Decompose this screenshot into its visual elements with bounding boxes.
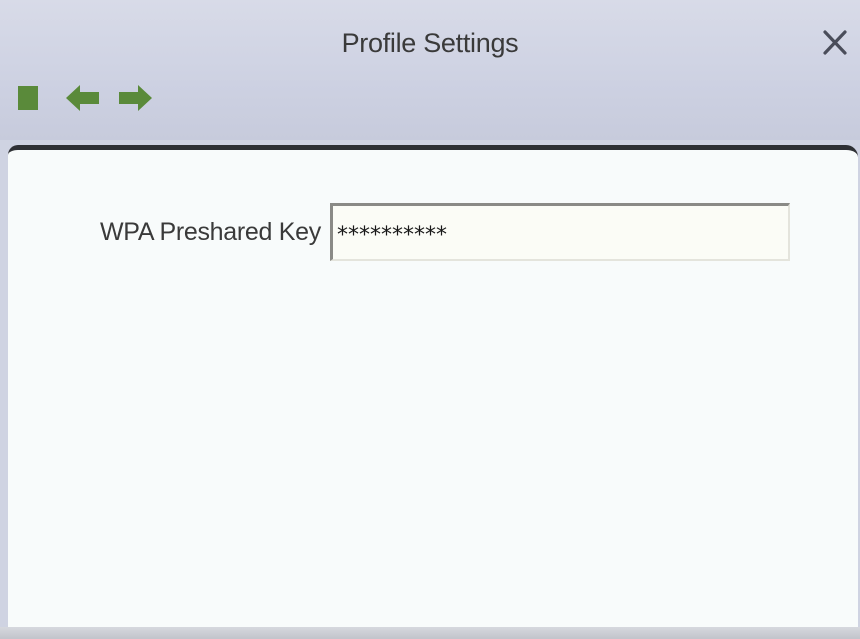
forward-arrow-icon <box>119 85 152 111</box>
toolbar <box>15 80 169 116</box>
bottom-border <box>0 627 860 639</box>
back-button[interactable] <box>65 80 101 116</box>
profile-settings-window: Profile Settings WPA Preshared Key *****… <box>0 0 860 639</box>
stop-icon <box>18 86 38 110</box>
title-bar: Profile Settings <box>0 0 860 140</box>
wpa-key-label: WPA Preshared Key <box>100 218 321 246</box>
content-panel: WPA Preshared Key <box>8 145 858 627</box>
back-arrow-icon <box>66 85 99 111</box>
forward-button[interactable] <box>117 80 153 116</box>
close-button[interactable] <box>820 26 850 58</box>
stop-button[interactable] <box>15 80 41 116</box>
close-icon <box>823 30 847 55</box>
wpa-key-input[interactable] <box>330 203 790 261</box>
window-title: Profile Settings <box>341 28 519 58</box>
